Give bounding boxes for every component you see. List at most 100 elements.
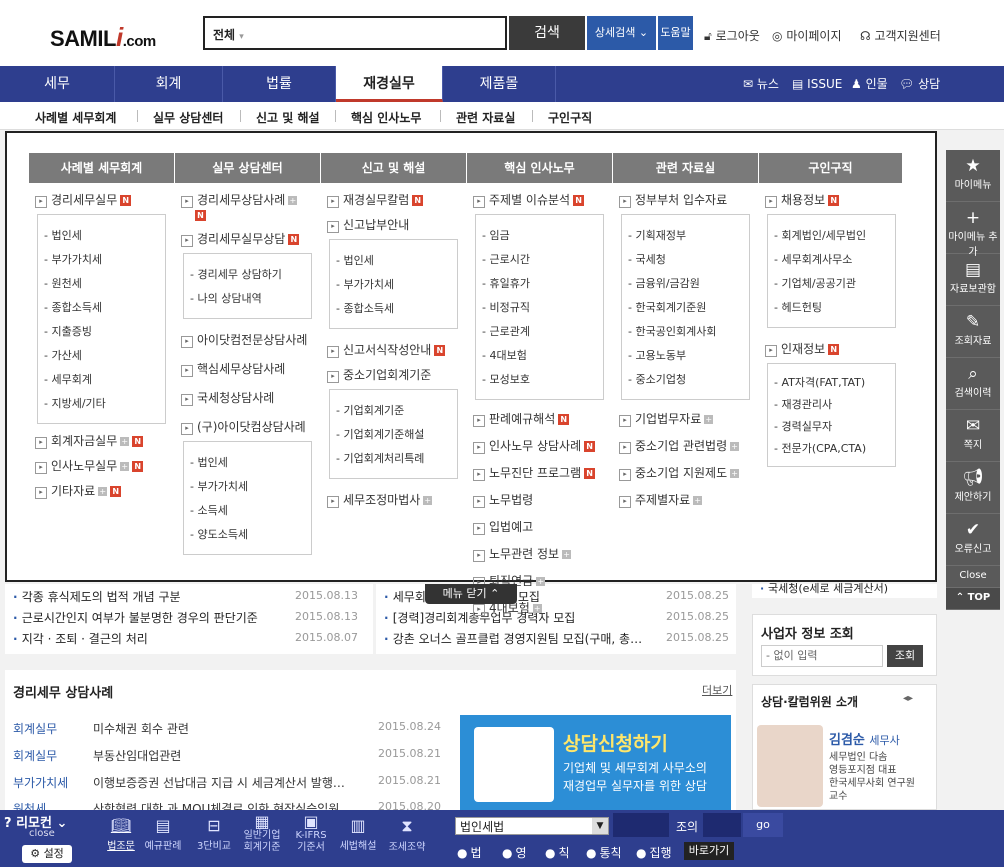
sidebar-viewed[interactable]: ✎ 조회자료 xyxy=(946,306,1000,358)
search-input[interactable]: 전체 ▾ xyxy=(203,16,507,50)
subnav-jobs[interactable]: 구인구직 xyxy=(548,109,592,126)
menu-item[interactable]: (구)아이닷컴상담사례 xyxy=(181,418,320,435)
submenu-item[interactable]: 한국공인회계사회 xyxy=(628,323,743,339)
menu-item[interactable]: 판례예규해석N xyxy=(473,410,612,427)
settings-button[interactable]: ⚙ 설정 xyxy=(22,845,72,863)
nav-products[interactable]: 제품몰 xyxy=(443,66,556,102)
tool-rulings[interactable]: ▤ 예규판례 xyxy=(140,816,186,852)
radio-execution[interactable]: 집행 xyxy=(636,844,671,861)
submenu-item[interactable]: 전문가(CPA,CTA) xyxy=(774,440,889,456)
menu-item[interactable]: 채용정보N xyxy=(765,191,904,208)
nav-people[interactable]: ♟ 인물 xyxy=(851,66,888,102)
news-item[interactable]: 강촌 오너스 골프클럽 경영지원팀 모집(구매, 총… xyxy=(384,630,642,647)
submenu-item[interactable]: 회계법인/세무법인 xyxy=(774,227,889,243)
sidebar-report-error[interactable]: ✔ 오류신고 xyxy=(946,514,1000,566)
radio-decree[interactable]: 영 xyxy=(502,844,526,861)
tool-law-article[interactable]: 📖︎ 법조문 xyxy=(103,816,139,852)
submenu-item[interactable]: 법인세 xyxy=(190,454,305,470)
radio-general[interactable]: 통칙 xyxy=(586,844,621,861)
submenu-item[interactable]: 지출증빙 xyxy=(44,323,159,339)
submenu-item[interactable]: 헤드헌팅 xyxy=(774,299,889,315)
nav-consult[interactable]: 💬︎ 상담 xyxy=(899,66,940,102)
menu-col-header[interactable]: 신고 및 해설 xyxy=(321,153,466,183)
radio-law[interactable]: 법 xyxy=(457,844,481,861)
submenu-item[interactable]: 임금 xyxy=(482,227,597,243)
menu-item[interactable]: 아이닷컴전문상담사례 xyxy=(181,331,320,348)
submenu-item[interactable]: 지방세/기타 xyxy=(44,395,159,411)
shortcut-button[interactable]: 바로가기 xyxy=(684,842,734,860)
consult-row[interactable]: 부가가치세 이행보증증권 선납대금 지급 시 세금계산서 발행… 2015.08.2… xyxy=(13,774,441,791)
submenu-item[interactable]: 종합소득세 xyxy=(336,300,451,316)
nav-accounting[interactable]: 회계 xyxy=(115,66,223,102)
submenu-item[interactable]: 비정규직 xyxy=(482,299,597,315)
submenu-item[interactable]: 부가가치세 xyxy=(336,276,451,292)
submenu-item[interactable]: 종합소득세 xyxy=(44,299,159,315)
submenu-item[interactable]: 부가가치세 xyxy=(44,251,159,267)
submenu-item[interactable]: 기업회계기준해설 xyxy=(336,426,451,442)
sidebar-archive[interactable]: ▤ 자료보관함 xyxy=(946,254,1000,306)
menu-col-header[interactable]: 핵심 인사노무 xyxy=(467,153,612,183)
nav-issue[interactable]: ▤ ISSUE xyxy=(792,66,842,102)
go-button[interactable]: go xyxy=(743,813,783,837)
subnav-resources[interactable]: 관련 자료실 xyxy=(456,109,515,126)
subnav-filing[interactable]: 신고 및 해설 xyxy=(256,109,320,126)
menu-item[interactable]: 회계자금실무+N xyxy=(35,432,174,449)
submenu-item[interactable]: 고용노동부 xyxy=(628,347,743,363)
submenu-item[interactable]: 기업회계처리특례 xyxy=(336,450,451,466)
sidebar-close[interactable]: Close xyxy=(946,566,1000,588)
submenu-item[interactable]: 국세청 xyxy=(628,251,743,267)
news-item[interactable]: 각종 휴식제도의 법적 개념 구분 xyxy=(13,588,181,605)
tool-kifrs[interactable]: ▣ K-IFRS 기준서 xyxy=(293,814,329,854)
article-sub-input[interactable] xyxy=(703,813,741,837)
help-button[interactable]: 도움말 xyxy=(658,16,693,50)
menu-item[interactable]: 기업법무자료+ xyxy=(619,410,758,427)
menu-item[interactable]: 주제별자료+ xyxy=(619,491,758,508)
law-select[interactable]: 법인세법 ▼ xyxy=(455,817,609,835)
submenu-item[interactable]: 금융위/금감원 xyxy=(628,275,743,291)
menu-item[interactable]: 신고납부안내 xyxy=(327,216,466,233)
sidebar-suggest[interactable]: 📢︎ 제안하기 xyxy=(946,462,1000,514)
submenu-item[interactable]: 중소기업청 xyxy=(628,371,743,387)
menu-close-button[interactable]: 메뉴 닫기 ⌃ xyxy=(425,584,517,604)
nav-finance-practice[interactable]: 재경실무 xyxy=(336,66,443,102)
submenu-item[interactable]: 모성보호 xyxy=(482,371,597,387)
sidebar-search-history[interactable]: ⌕ 검색이력 xyxy=(946,358,1000,410)
search-button[interactable]: 검색 xyxy=(509,16,585,50)
tool-tax-treaty[interactable]: ⧗ 조세조약 xyxy=(385,816,429,853)
submenu-item[interactable]: 양도소득세 xyxy=(190,526,305,542)
sidebar-messages[interactable]: ✉ 쪽지 xyxy=(946,410,1000,462)
menu-item[interactable]: 중소기업 관련법령+ xyxy=(619,437,758,454)
menu-item[interactable]: 입법예고 xyxy=(473,518,612,535)
menu-item[interactable]: 세무조정마법사+ xyxy=(327,491,466,508)
submenu-item[interactable]: 4대보험 xyxy=(482,347,597,363)
submenu-item[interactable]: 근로시간 xyxy=(482,251,597,267)
consult-row[interactable]: 회계실무 미수채권 회수 관련 2015.08.24 xyxy=(13,720,441,737)
submenu-item[interactable]: 경력실무자 xyxy=(774,418,889,434)
support-link[interactable]: ☊ 고객지원센터 xyxy=(860,27,941,44)
submenu-item[interactable]: 세무회계 xyxy=(44,371,159,387)
logout-link[interactable]: 🔓︎ 로그아웃 xyxy=(704,27,760,44)
menu-col-header[interactable]: 실무 상담센터 xyxy=(175,153,320,183)
menu-item[interactable]: 정부부처 입수자료 xyxy=(619,191,758,208)
menu-item[interactable]: 노무진단 프로그램N xyxy=(473,464,612,481)
menu-item[interactable]: 경리세무실무상담N xyxy=(181,230,320,247)
nav-tax[interactable]: 세무 xyxy=(0,66,115,102)
submenu-item[interactable]: 원천세 xyxy=(44,275,159,291)
menu-item[interactable]: 경리세무상담사례+ N xyxy=(181,191,320,222)
menu-item[interactable]: 재경실무칼럼N xyxy=(327,191,466,208)
tool-tax-commentary[interactable]: ▥ 세법해설 xyxy=(336,816,380,852)
subnav-hr[interactable]: 핵심 인사노무 xyxy=(351,109,421,126)
submenu-item[interactable]: 재경관리사 xyxy=(774,396,889,412)
sidebar-my-menu[interactable]: ★ 마이메뉴 xyxy=(946,150,1000,202)
menu-item[interactable]: 주제별 이슈분석N xyxy=(473,191,612,208)
nav-law[interactable]: 법률 xyxy=(223,66,336,102)
menu-item[interactable]: 경리세무실무N xyxy=(35,191,174,208)
news-item[interactable]: 지각 · 조퇴 · 결근의 처리 xyxy=(13,630,148,647)
menu-item[interactable]: 중소기업 지원제도+ xyxy=(619,464,758,481)
more-link[interactable]: 더보기 xyxy=(702,682,732,698)
samil-logo[interactable]: SAMILi.com xyxy=(50,22,156,53)
sidebar-top[interactable]: ⌃ TOP xyxy=(946,588,1000,610)
biz-number-input[interactable]: - 없이 입력 xyxy=(761,645,883,667)
menu-col-header[interactable]: 구인구직 xyxy=(759,153,902,183)
submenu-item[interactable]: 세무회계사무소 xyxy=(774,251,889,267)
